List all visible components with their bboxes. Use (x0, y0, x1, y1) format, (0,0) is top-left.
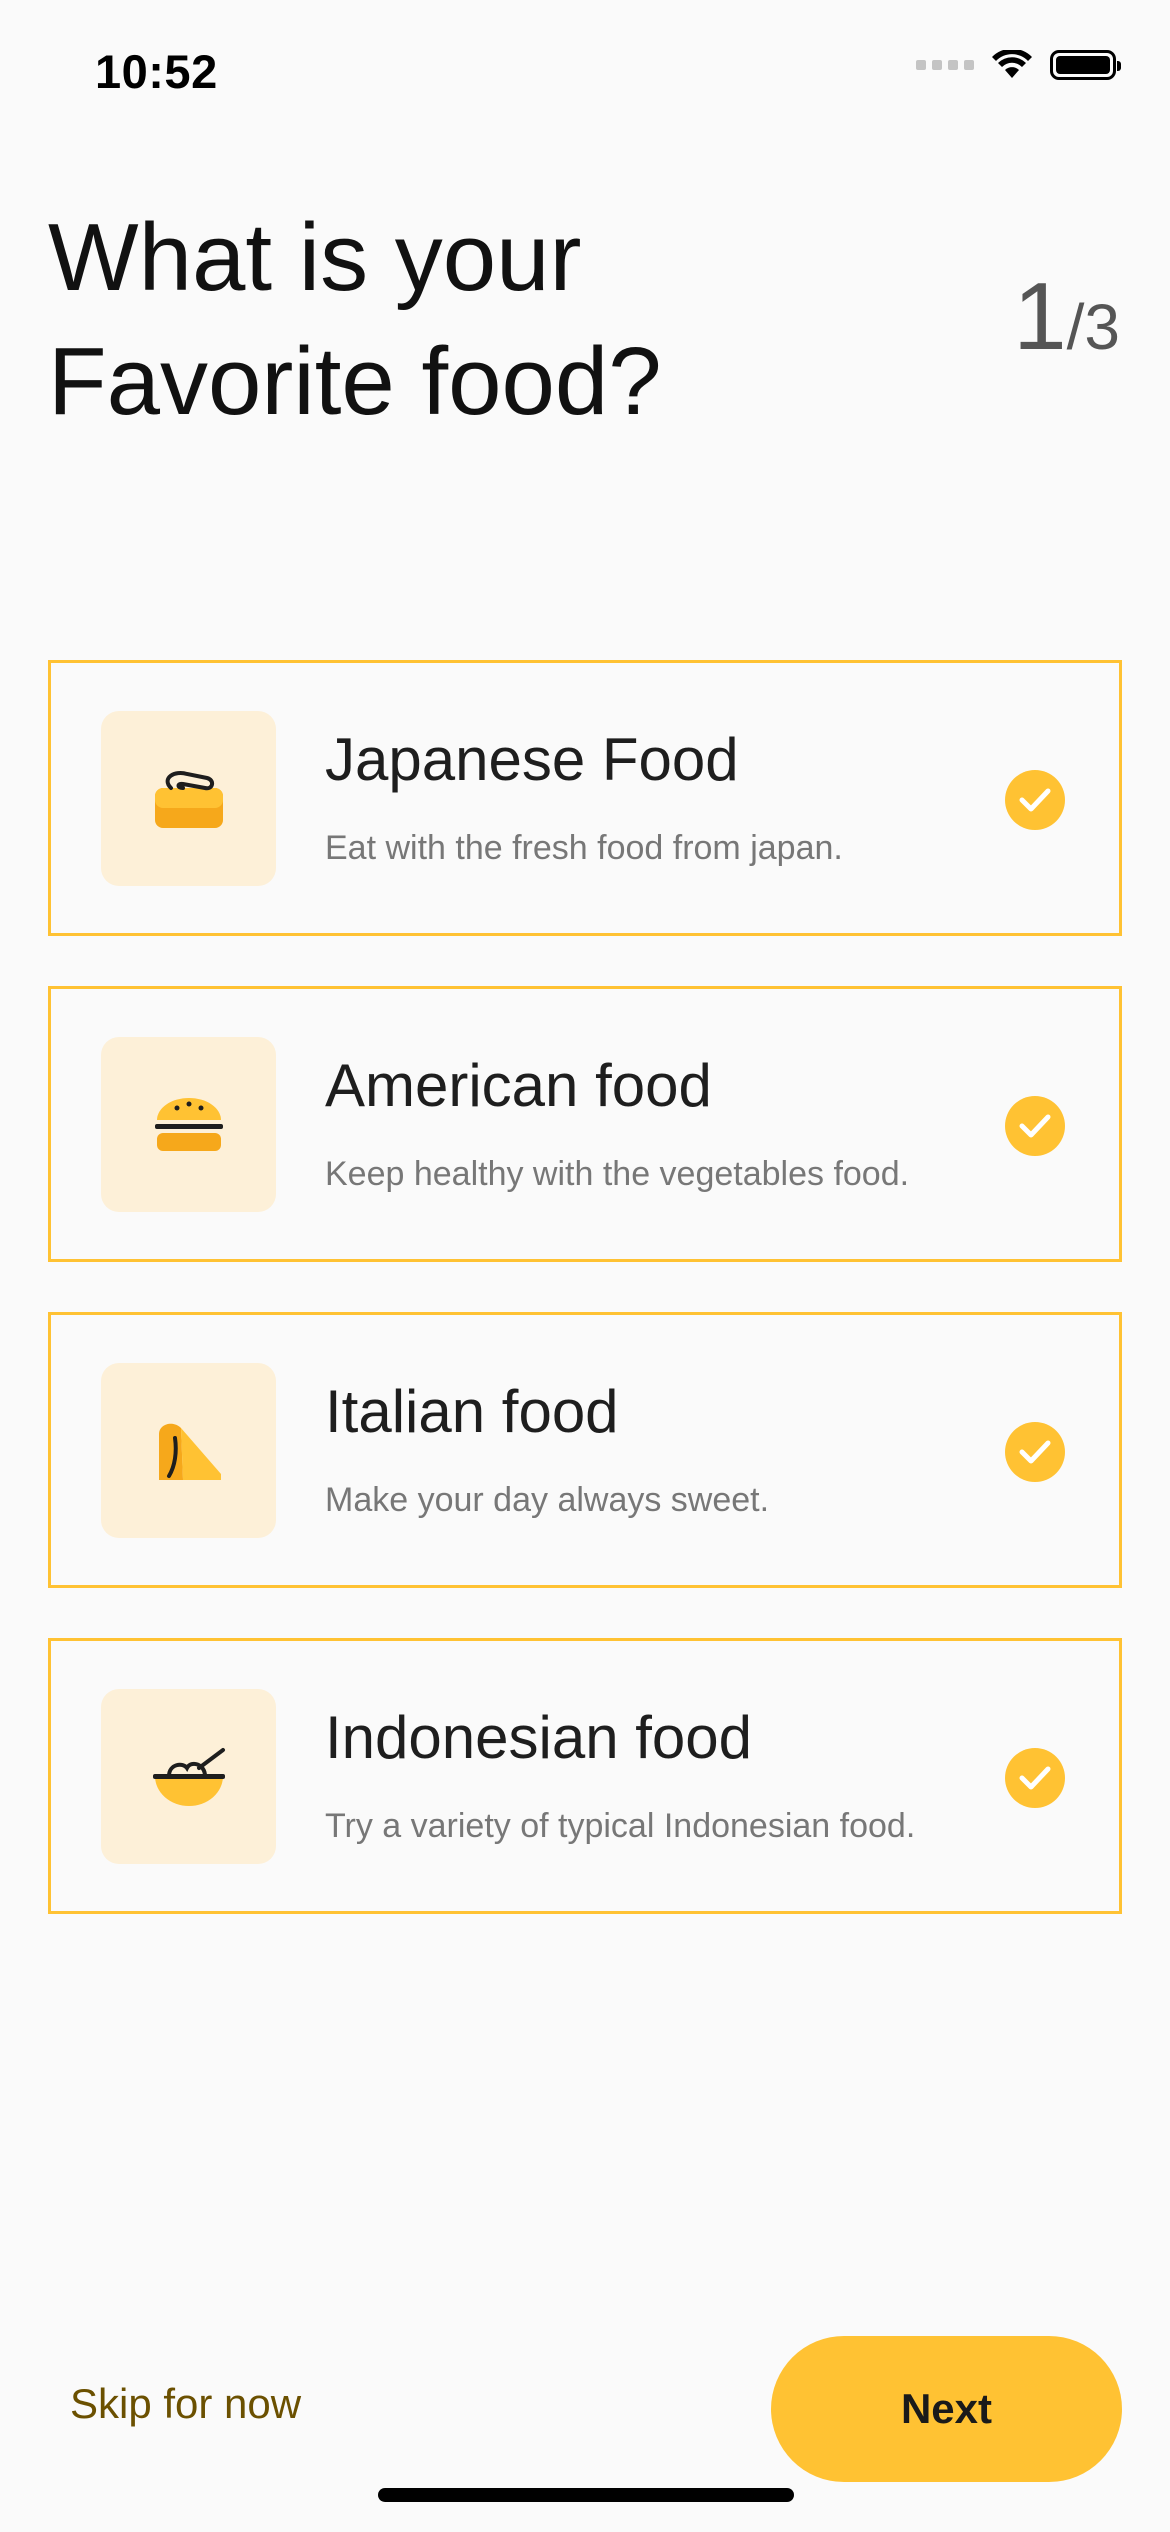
food-option-american[interactable]: American food Keep healthy with the vege… (48, 986, 1122, 1262)
checkmark-icon (1005, 1096, 1065, 1156)
page-title: What is your Favorite food? (48, 196, 868, 444)
food-icon-container (101, 1037, 276, 1212)
food-options-list: Japanese Food Eat with the fresh food fr… (48, 660, 1122, 1964)
checkmark-icon (1005, 1748, 1065, 1808)
burger-icon (154, 1097, 223, 1151)
food-option-title: Japanese Food (325, 726, 739, 793)
food-option-title: Italian food (325, 1378, 619, 1445)
checkmark-icon (1005, 1422, 1065, 1482)
food-option-indonesian[interactable]: Indonesian food Try a variety of typical… (48, 1638, 1122, 1914)
step-current: 1 (1013, 263, 1067, 370)
skip-link[interactable]: Skip for now (70, 2380, 301, 2428)
food-option-description: Try a variety of typical Indonesian food… (325, 1807, 916, 1845)
food-option-title: American food (325, 1052, 712, 1119)
next-button[interactable]: Next (771, 2336, 1122, 2482)
food-icon-container (101, 1363, 276, 1538)
food-option-description: Keep healthy with the vegetables food. (325, 1155, 910, 1193)
onboarding-screen: 10:52 What is your Favorite food? 1 / 3 (0, 0, 1170, 2532)
checkmark-icon (1005, 770, 1065, 830)
page-title-line-1: What is your (48, 204, 582, 311)
page-title-line-2: Favorite food? (48, 328, 662, 435)
wifi-icon (992, 50, 1032, 78)
food-option-italian[interactable]: Italian food Make your day always sweet. (48, 1312, 1122, 1588)
step-indicator: 1 / 3 (1013, 262, 1120, 372)
status-icons (916, 50, 1121, 80)
food-option-description: Eat with the fresh food from japan. (325, 829, 843, 867)
status-time: 10:52 (95, 45, 218, 98)
status-bar: 10:52 (0, 0, 1170, 140)
food-icon-container (101, 1689, 276, 1864)
home-indicator (378, 2488, 794, 2502)
step-total: 3 (1084, 291, 1120, 363)
cellular-signal-icon (916, 60, 974, 70)
food-option-title: Indonesian food (325, 1704, 753, 1771)
battery-icon (1050, 50, 1121, 80)
sushi-icon (154, 770, 223, 828)
pizza-icon (158, 1423, 221, 1480)
step-separator: / (1066, 291, 1085, 363)
food-option-japanese[interactable]: Japanese Food Eat with the fresh food fr… (48, 660, 1122, 936)
food-option-description: Make your day always sweet. (325, 1481, 770, 1519)
food-icon-container (101, 711, 276, 886)
rice-bowl-icon (152, 1747, 225, 1806)
